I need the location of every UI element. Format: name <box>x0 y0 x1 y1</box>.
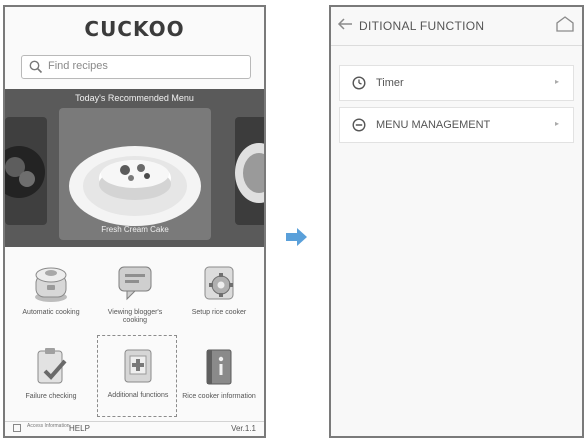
footer-bar: Access Information HELP Ver.1.1 <box>5 421 264 436</box>
add-function-icon <box>124 349 152 383</box>
access-info-icon[interactable] <box>13 424 21 432</box>
tile-additional-functions[interactable]: Additional functions <box>97 335 177 417</box>
recommended-dish-image[interactable] <box>59 108 211 240</box>
banner-title: Today's Recommended Menu <box>75 93 194 103</box>
additional-function-screen: DITIONAL FUNCTION Timer ▸ MENU MANAGEMEN… <box>329 5 584 438</box>
search-icon <box>29 60 43 74</box>
rice-cooker-icon <box>35 267 67 302</box>
page-title: DITIONAL FUNCTION <box>359 19 485 33</box>
chevron-right-icon: ▸ <box>554 119 559 128</box>
tile-label: Viewing blogger's cooking <box>107 309 163 324</box>
tile-setup-rice-cooker[interactable]: Setup rice cooker <box>179 253 259 331</box>
settings-gear-icon <box>204 266 234 300</box>
main-screen: CUCKOO Find recipes Today's Recommended … <box>3 5 266 438</box>
function-list: Timer ▸ MENU MANAGEMENT ▸ <box>339 65 574 149</box>
tile-label: Automatic cooking <box>22 309 80 316</box>
recommended-dish-image-prev[interactable] <box>5 117 47 225</box>
recommended-dish-image-next[interactable] <box>235 117 264 225</box>
help-link[interactable]: HELP <box>69 424 90 433</box>
list-item-timer[interactable]: Timer ▸ <box>339 65 574 101</box>
access-info-link[interactable]: Access Information <box>27 424 70 429</box>
version-label: Ver.1.1 <box>231 424 256 433</box>
clock-icon <box>352 76 366 90</box>
tile-label: Failure checking <box>25 393 77 400</box>
clipboard-check-icon <box>37 348 67 384</box>
tile-label: Rice cooker information <box>182 393 256 400</box>
minus-circle-icon <box>352 118 366 132</box>
recommended-menu-banner[interactable]: Today's Recommended Menu Fresh Cream Cak… <box>5 89 264 247</box>
screen-header: DITIONAL FUNCTION <box>331 7 582 46</box>
tile-viewing-bloggers-cooking[interactable]: Viewing blogger's cooking <box>95 253 175 331</box>
banner-caption: Fresh Cream Cake <box>101 225 169 234</box>
info-book-icon <box>206 349 232 385</box>
list-item-label: Timer <box>376 77 404 89</box>
search-input[interactable]: Find recipes <box>21 55 251 79</box>
tile-label: Setup rice cooker <box>191 309 247 316</box>
chat-bubble-icon <box>118 266 152 301</box>
tile-failure-checking[interactable]: Failure checking <box>11 337 91 415</box>
search-placeholder: Find recipes <box>48 60 108 72</box>
right-arrow-icon <box>286 228 307 246</box>
tile-label: Additional functions <box>107 392 169 399</box>
tile-automatic-cooking[interactable]: Automatic cooking <box>11 253 91 331</box>
home-icon[interactable] <box>556 16 574 32</box>
list-item-menu-management[interactable]: MENU MANAGEMENT ▸ <box>339 107 574 143</box>
chevron-right-icon: ▸ <box>554 77 559 86</box>
back-arrow-icon[interactable] <box>337 16 353 32</box>
menu-grid: Automatic cooking Viewing blogger's cook… <box>5 251 264 417</box>
brand-logo: CUCKOO <box>84 17 185 41</box>
tile-rice-cooker-information[interactable]: Rice cooker information <box>179 337 259 415</box>
list-item-label: MENU MANAGEMENT <box>376 119 491 131</box>
